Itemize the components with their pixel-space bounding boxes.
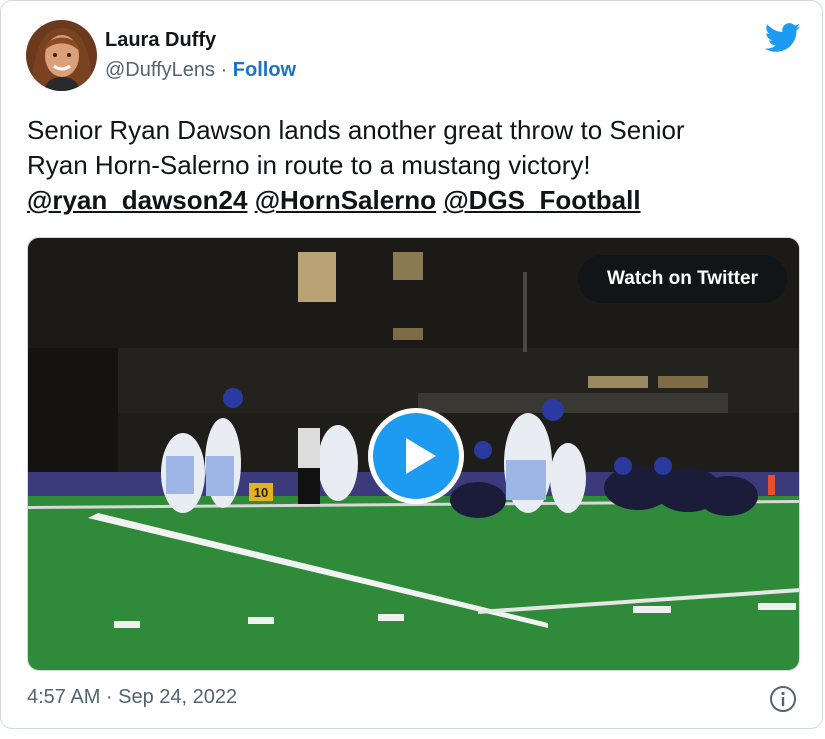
twitter-bird-icon[interactable] — [764, 23, 801, 53]
tweet-text: Senior Ryan Dawson lands another great t… — [27, 113, 799, 218]
author-name[interactable]: Laura Duffy — [105, 29, 216, 52]
tweet-timestamp[interactable]: 4:57 AM · Sep 24, 2022 — [27, 686, 237, 709]
mention-dgs-football[interactable]: @DGS_Football — [443, 185, 640, 215]
follow-button[interactable]: Follow — [233, 59, 296, 81]
tweet-text-line-2: Ryan Horn-Salerno in route to a mustang … — [27, 150, 591, 180]
mention-hornsalerno[interactable]: @HornSalerno — [255, 185, 436, 215]
watch-on-twitter-button[interactable]: Watch on Twitter — [578, 255, 787, 303]
handle-separator: · — [220, 59, 228, 81]
tweet-card: Laura Duffy @DuffyLens · Follow Senior R… — [0, 0, 823, 729]
author-handle[interactable]: @DuffyLens — [105, 59, 215, 81]
tweet-text-line-1: Senior Ryan Dawson lands another great t… — [27, 115, 685, 145]
mention-ryan-dawson24[interactable]: @ryan_dawson24 — [27, 185, 247, 215]
info-icon[interactable] — [769, 685, 797, 713]
yard-marker: 10 — [254, 485, 268, 500]
author-avatar[interactable] — [26, 20, 97, 91]
play-icon[interactable] — [366, 406, 466, 506]
avatar-image — [26, 20, 97, 91]
author-handle-row: @DuffyLens · Follow — [105, 59, 296, 82]
tweet-mentions: @ryan_dawson24 @HornSalerno @DGS_Footbal… — [27, 183, 799, 218]
